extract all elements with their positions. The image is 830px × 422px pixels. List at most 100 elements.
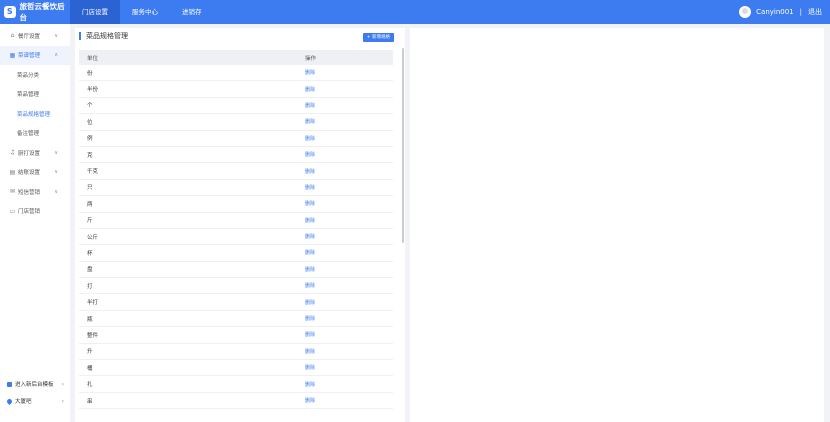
table-row: 串 删除 [79, 393, 393, 410]
spec-management-panel: 菜品规格管理 + 新增规格 单位 操作 份删除 半份 删除个删除位删除例删除克删除千… [75, 28, 405, 422]
chevron-down-icon: ∨ [54, 149, 58, 156]
delete-link[interactable]: 删除 [305, 136, 315, 142]
delete-link[interactable]: 删除 [305, 382, 315, 388]
top-nav-inventory[interactable]: 进销存 [170, 0, 214, 24]
table-row: 斤 删除 [79, 213, 393, 229]
sidebar-item-store-marketing[interactable]: ▭ 门店营销 [0, 202, 70, 222]
action-cell: 删除 [305, 168, 393, 175]
avatar[interactable] [739, 6, 752, 18]
mail-icon: ✉ [9, 188, 16, 196]
sidebar-item-label: 结账设置 [18, 170, 41, 177]
chevron-right-icon: › [61, 380, 64, 388]
top-nav-service-center[interactable]: 服务中心 [120, 0, 170, 24]
delete-link[interactable]: 删除 [305, 185, 315, 191]
table-row: 千克 删除 [79, 163, 393, 180]
unit-cell: 克 [87, 152, 93, 159]
delete-link[interactable]: 删除 [305, 349, 315, 355]
action-cell: 删除 [305, 249, 393, 256]
delete-link[interactable]: 删除 [305, 218, 315, 224]
bell-icon: ♫ [9, 149, 16, 157]
logout-link[interactable]: 退出 [808, 7, 822, 17]
user-name[interactable]: Canyin001 [756, 8, 794, 16]
delete-link[interactable]: 删除 [305, 283, 315, 289]
enter-backend-label: 进入新后台模板 [15, 382, 54, 388]
delete-link[interactable]: 删除 [305, 70, 315, 76]
unit-cell: 打 [87, 283, 93, 290]
table-row: 瓶 删除 [79, 311, 393, 328]
spec-table: 单位 操作 份删除 半份 删除个删除位删除例删除克删除 千克 删除只删除两删除斤删除 公斤… [79, 50, 393, 410]
page-title: 菜品规格管理 [79, 32, 128, 40]
scrollbar[interactable] [402, 48, 404, 243]
chevron-down-icon: ∨ [54, 169, 58, 176]
location-link[interactable]: 大厦吧 › [0, 393, 70, 409]
unit-cell: 例 [87, 136, 93, 143]
delete-link[interactable]: 删除 [305, 250, 315, 256]
table-row: 桶 删除 [79, 360, 393, 377]
unit-cell: 个 [87, 103, 93, 110]
unit-cell: 杯 [87, 250, 93, 257]
delete-link[interactable]: 删除 [305, 169, 315, 175]
brand[interactable]: S 旅哲云餐饮后台 [0, 0, 70, 24]
top-nav-store-settings[interactable]: 门店设置 [70, 0, 120, 24]
delete-link[interactable]: 删除 [305, 365, 315, 371]
action-cell: 删除 [305, 266, 393, 273]
sidebar-item-sms-marketing[interactable]: ✉ 短信营销 ∨ [0, 182, 70, 202]
table-row: 盘 删除 [79, 262, 393, 279]
grid-icon: ▦ [9, 51, 16, 59]
user-area: Canyin001 | 退出 [739, 0, 822, 24]
action-cell: 删除 [305, 102, 393, 109]
action-cell: 删除 [305, 200, 393, 207]
table-row: 升 删除 [79, 344, 393, 361]
user-separator: | [799, 8, 802, 16]
backend-icon [7, 381, 12, 387]
unit-cell: 公斤 [87, 234, 99, 241]
delete-link[interactable]: 删除 [305, 316, 315, 322]
action-cell: 删除 [305, 135, 393, 142]
action-cell: 删除 [305, 315, 393, 322]
delete-link[interactable]: 删除 [305, 201, 315, 207]
sidebar-sub-dish-category[interactable]: 菜品分类 [0, 65, 70, 85]
table-row: 两 删除 [79, 196, 393, 213]
delete-link[interactable]: 删除 [305, 119, 315, 125]
delete-link[interactable]: 删除 [305, 87, 315, 93]
table-row: 半份 删除 [79, 81, 393, 98]
delete-link[interactable]: 删除 [305, 398, 315, 404]
delete-link[interactable]: 删除 [305, 152, 315, 158]
sidebar-item-kitchen-print-settings[interactable]: ♫ 厨打设置 ∨ [0, 143, 70, 163]
content-area-right [410, 28, 824, 422]
sidebar-item-label: 菜谱管理 [18, 53, 41, 60]
unit-cell: 瓶 [87, 316, 93, 323]
unit-cell: 整件 [87, 332, 99, 339]
location-pin-icon [5, 397, 14, 405]
delete-link[interactable]: 删除 [305, 234, 315, 240]
delete-link[interactable]: 删除 [305, 332, 315, 338]
brand-logo-icon: S [4, 6, 16, 18]
chevron-up-icon: ∧ [54, 52, 58, 59]
sidebar-item-restaurant-settings[interactable]: ⌂ 餐厅设置 ∨ [0, 26, 70, 46]
unit-cell: 半份 [87, 87, 99, 94]
add-spec-button[interactable]: + 新增规格 [362, 33, 394, 42]
location-label: 大厦吧 [15, 399, 32, 405]
unit-cell: 桶 [87, 365, 93, 372]
sidebar-item-dish-management[interactable]: ▦ 菜谱管理 ∧ [0, 45, 70, 65]
sidebar-item-settlement-settings[interactable]: ▤ 结账设置 ∨ [0, 163, 70, 183]
action-cell: 删除 [305, 381, 393, 388]
sidebar-sub-remark-management[interactable]: 备注管理 [0, 124, 70, 144]
chevron-down-icon: ∨ [54, 32, 58, 39]
table-row: 克 删除 [79, 147, 393, 164]
delete-link[interactable]: 删除 [305, 267, 315, 273]
table-row: 整件 删除 [79, 327, 393, 344]
unit-cell: 只 [87, 185, 93, 192]
action-cell: 删除 [305, 364, 393, 371]
unit-cell: 两 [87, 201, 93, 208]
table-row: 扎 删除 [79, 376, 393, 393]
table-row: 位 删除 [79, 114, 393, 131]
table-row: 杯 删除 [79, 245, 393, 262]
home-icon: ⌂ [10, 32, 15, 40]
sidebar-sub-dish-spec-management[interactable]: 菜品规格管理 [0, 104, 70, 124]
delete-link[interactable]: 删除 [305, 300, 315, 306]
delete-link[interactable]: 删除 [305, 103, 315, 109]
sidebar-sub-dish-management[interactable]: 菜品管理 [0, 85, 70, 105]
action-cell: 删除 [305, 348, 393, 355]
enter-new-backend-link[interactable]: 进入新后台模板 › [0, 376, 70, 392]
